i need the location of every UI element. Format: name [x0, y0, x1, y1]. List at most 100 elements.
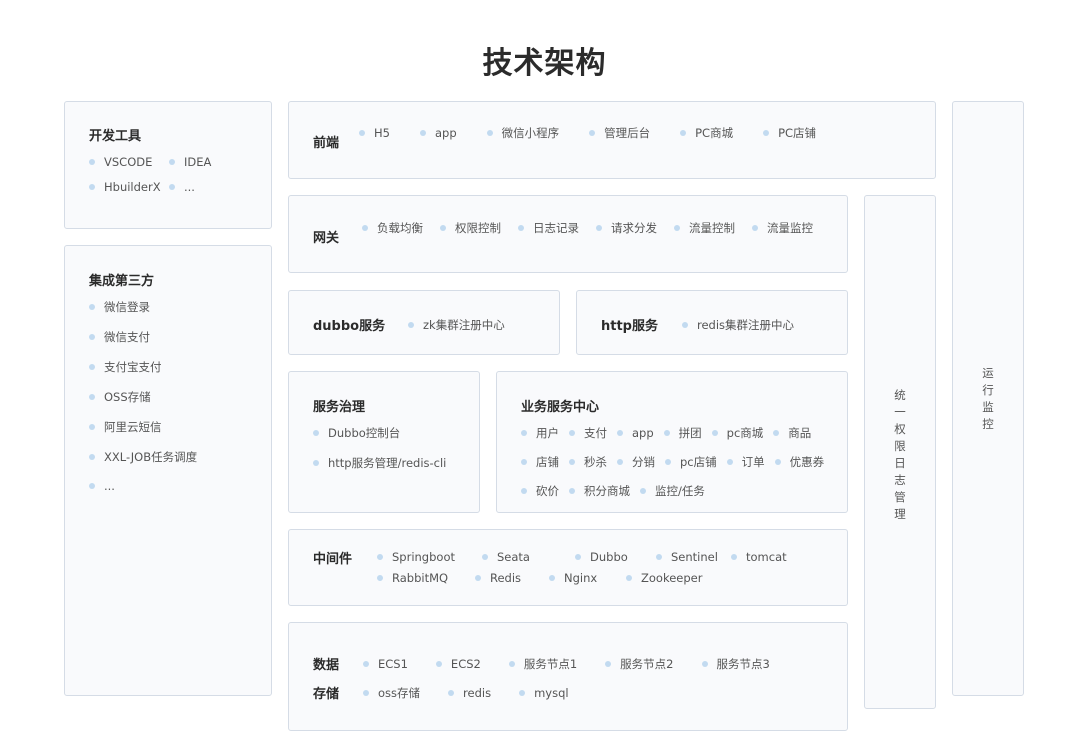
- list-item: 支付宝支付: [89, 359, 197, 375]
- dev-tools-panel: 开发工具 VSCODE IDEA HbuilderX ...: [64, 101, 272, 229]
- vertical-char: 行: [982, 383, 994, 397]
- bullet-dot-icon: [508, 661, 515, 667]
- bullet-dot-icon: [773, 430, 780, 436]
- vertical-char: 志: [894, 473, 906, 487]
- list-item: redis集群注册中心: [682, 317, 794, 333]
- list-item: app: [617, 425, 654, 441]
- list-item: http服务管理/redis-cli: [313, 455, 446, 471]
- list-item: Sentinel: [656, 550, 731, 564]
- bullet-dot-icon: [731, 554, 737, 560]
- bullet-dot-icon: [701, 661, 708, 667]
- bullet-dot-icon: [475, 575, 481, 581]
- list-item: 日志记录: [518, 220, 579, 236]
- list-item: IDEA: [169, 155, 259, 169]
- vertical-char: 理: [894, 507, 906, 521]
- list-item: 分销: [617, 454, 655, 470]
- vertical-char: 运: [982, 366, 994, 380]
- bullet-dot-icon: [377, 554, 383, 560]
- bullet-dot-icon: [617, 459, 623, 465]
- bullet-dot-icon: [89, 304, 95, 310]
- dubbo-service-title: dubbo服务: [313, 319, 386, 334]
- bullet-dot-icon: [519, 690, 526, 696]
- list-item: 负载均衡: [362, 220, 423, 236]
- list-item: pc店铺: [665, 454, 717, 470]
- bullet-dot-icon: [89, 334, 95, 340]
- bullet-dot-icon: [448, 690, 455, 696]
- list-item: 阿里云短信: [89, 419, 197, 435]
- list-item: tomcat: [731, 550, 787, 564]
- bullet-dot-icon: [521, 459, 527, 465]
- bullet-dot-icon: [486, 130, 493, 136]
- bullet-dot-icon: [680, 130, 687, 136]
- bullet-dot-icon: [640, 488, 646, 494]
- dev-tools-title: 开发工具: [89, 129, 142, 144]
- dubbo-service-panel: dubbo服务 zk集群注册中心: [288, 290, 560, 355]
- bullet-dot-icon: [589, 130, 596, 136]
- bullet-dot-icon: [89, 184, 95, 190]
- list-item: HbuilderX: [89, 180, 169, 194]
- bullet-dot-icon: [763, 130, 770, 136]
- bullet-dot-icon: [313, 430, 319, 436]
- gateway-panel: 网关 负载均衡 权限控制 日志记录 请求分发 流量控制 流量监控: [288, 195, 848, 273]
- auth-log-panel: 统 一 权 限 日 志 管 理: [864, 195, 936, 709]
- bullet-dot-icon: [440, 225, 446, 231]
- http-service-title: http服务: [601, 319, 658, 334]
- third-party-title: 集成第三方: [89, 274, 155, 289]
- list-item: RabbitMQ: [377, 571, 475, 585]
- bullet-dot-icon: [169, 184, 175, 190]
- bullet-dot-icon: [674, 225, 680, 231]
- list-item: 微信登录: [89, 299, 197, 315]
- list-item: Dubbo: [575, 550, 656, 564]
- list-item: Seata: [482, 550, 575, 564]
- list-item: 微信支付: [89, 329, 197, 345]
- bullet-dot-icon: [752, 225, 758, 231]
- list-item: 请求分发: [596, 220, 657, 236]
- bullet-dot-icon: [617, 430, 623, 436]
- list-item: 服务节点3: [701, 656, 770, 672]
- bullet-dot-icon: [435, 661, 442, 667]
- ops-monitor-panel: 运 行 监 控: [952, 101, 1024, 696]
- list-item: redis: [448, 685, 491, 701]
- list-item: mysql: [519, 685, 569, 701]
- vertical-char: 一: [894, 405, 906, 419]
- bullet-dot-icon: [313, 460, 319, 466]
- bullet-dot-icon: [575, 554, 581, 560]
- vertical-char: 权: [894, 422, 906, 436]
- list-item: 优惠券: [774, 454, 824, 470]
- bullet-dot-icon: [569, 488, 575, 494]
- bullet-dot-icon: [359, 130, 365, 136]
- bullet-dot-icon: [569, 459, 575, 465]
- bullet-dot-icon: [596, 225, 602, 231]
- list-item: 微信小程序: [486, 125, 559, 141]
- list-item: 订单: [726, 454, 765, 470]
- list-item: 秒杀: [569, 454, 607, 470]
- bullet-dot-icon: [362, 225, 368, 231]
- list-item: XXL-JOB任务调度: [89, 449, 197, 465]
- bullet-dot-icon: [665, 459, 671, 465]
- list-item: 流量监控: [752, 220, 813, 236]
- business-center-title: 业务服务中心: [521, 400, 600, 415]
- bullet-dot-icon: [363, 690, 369, 696]
- list-item: Redis: [475, 571, 549, 585]
- list-item: 监控/任务: [640, 483, 705, 499]
- list-item: 管理后台: [589, 125, 650, 141]
- list-item: 商品: [773, 425, 811, 441]
- governance-panel: 服务治理 Dubbo控制台 http服务管理/redis-cli: [288, 371, 480, 513]
- bullet-dot-icon: [521, 430, 527, 436]
- bullet-dot-icon: [682, 322, 688, 328]
- bullet-dot-icon: [89, 159, 95, 165]
- bullet-dot-icon: [605, 661, 612, 667]
- vertical-char: 管: [894, 490, 906, 504]
- bullet-dot-icon: [656, 554, 662, 560]
- list-item: 用户: [521, 425, 559, 441]
- bullet-dot-icon: [419, 130, 426, 136]
- list-item: Nginx: [549, 571, 626, 585]
- list-item: Dubbo控制台: [313, 425, 446, 441]
- list-item: 服务节点1: [508, 656, 577, 672]
- list-item: Springboot: [377, 550, 482, 564]
- bullet-dot-icon: [89, 364, 95, 370]
- list-item: PC店铺: [763, 125, 816, 141]
- list-item: 砍价: [521, 483, 559, 499]
- list-item: ...: [169, 180, 259, 194]
- bullet-dot-icon: [726, 459, 733, 465]
